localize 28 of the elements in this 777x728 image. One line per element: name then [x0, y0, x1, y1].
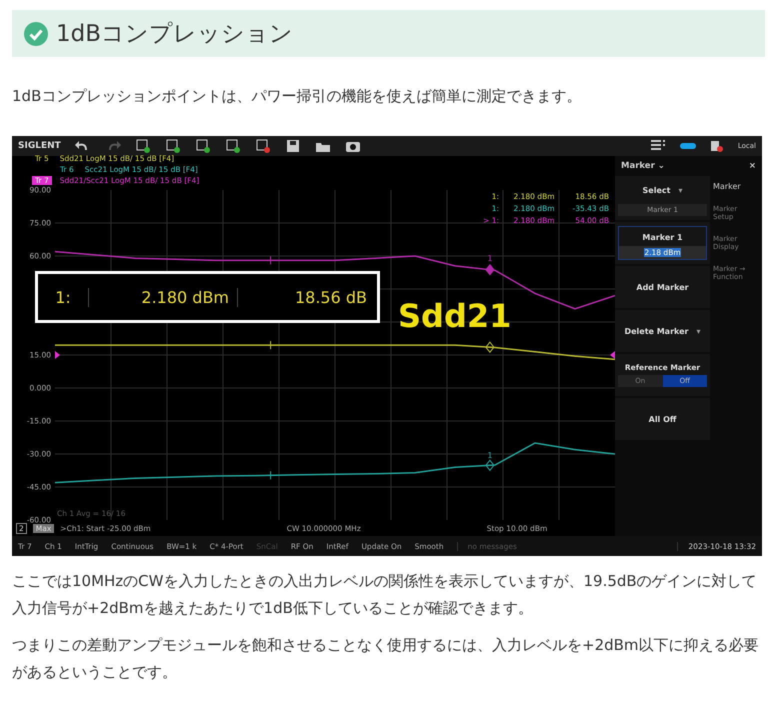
callout-text: Sdd21 — [398, 297, 512, 335]
dropdown-button[interactable]: Select ▾ — [618, 180, 707, 201]
heading-text: 1dBコンプレッション — [56, 20, 294, 49]
field-label: Marker 1 — [641, 233, 684, 242]
save-icon[interactable] — [284, 139, 301, 153]
side-tab[interactable]: Marker — [713, 182, 759, 191]
readout-response: 18.56 dB — [294, 288, 368, 306]
marker-diamond-icon[interactable] — [485, 459, 495, 472]
panel-title[interactable]: Marker ⌄ — [621, 161, 665, 171]
camera-icon[interactable] — [344, 139, 361, 153]
paragraph: 1dBコンプレッションポイントは、パワー掃引の機能を使えば簡単に測定できます。 — [12, 86, 582, 107]
toggle-icon[interactable] — [680, 142, 696, 150]
check-icon — [24, 22, 48, 46]
marker-diamond-icon[interactable] — [485, 264, 495, 276]
list-icon[interactable] — [650, 139, 666, 153]
close-icon[interactable]: × — [748, 161, 756, 171]
paragraph: つまりこの差動アンプモジュールを飽和させることなく使用するには、入力レベルを+2dBm以下に抑える必要があるということです。 — [12, 635, 760, 683]
marker-tick-icon — [267, 256, 274, 265]
paragraph: ここでは10MHzのCWを入力したときの入出力レベルの関係性を表示していますが、19.5dBのゲインに対して入力信号が+2dBmを越えたあたりで1dB低下していることが確認できます。 — [12, 571, 758, 619]
marker-diamond-icon[interactable] — [485, 341, 495, 354]
readout-stimulus: 2.180 dBm — [89, 288, 238, 306]
marker-tick-icon — [267, 470, 274, 480]
logo: SIGLENT — [18, 141, 61, 151]
marker-tick-icon — [267, 340, 274, 350]
reference-icon — [55, 351, 60, 359]
marker-number: 1 — [487, 254, 492, 264]
readout-label: 1: — [38, 288, 89, 306]
marker-number: 1 — [487, 450, 492, 460]
